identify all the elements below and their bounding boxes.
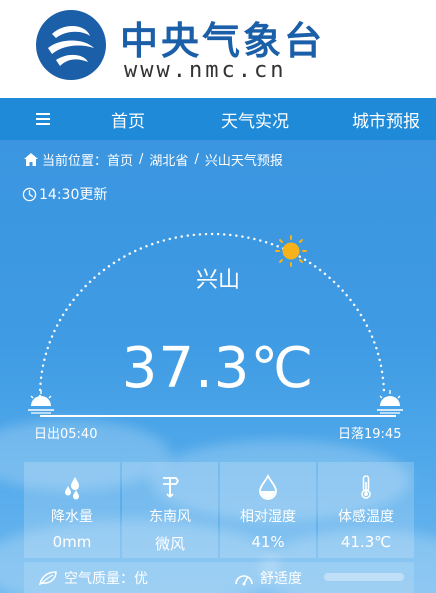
nav-item-home[interactable]: 首页	[111, 107, 145, 132]
air-quality-label: 空气质量：优	[64, 571, 148, 587]
main-nav: 首页 天气实况 城市预报	[0, 98, 436, 140]
sunrise-time: 日出05:40	[34, 427, 98, 442]
brand-name[interactable]: 中央气象台	[120, 10, 325, 65]
metric-value: 微风	[154, 535, 185, 553]
comfort-index[interactable]: 舒适度	[234, 568, 302, 588]
comfort-label: 舒适度	[260, 571, 302, 587]
metric-label: 东南风	[149, 509, 191, 525]
city-name: 兴山	[195, 268, 240, 293]
thermometer-icon	[361, 475, 371, 499]
nmc-logo-icon[interactable]	[34, 8, 108, 82]
metric-card-wind: 东南风 微风	[122, 462, 218, 558]
sunset-time: 日落19:45	[338, 427, 402, 442]
leaf-icon	[38, 571, 57, 586]
metric-value: 41%	[251, 533, 285, 551]
brand-url[interactable]: www.nmc.cn	[124, 58, 286, 83]
wind-vane-icon	[163, 477, 179, 498]
humidity-drop-icon	[259, 474, 277, 500]
metric-label: 降水量	[51, 509, 93, 525]
site-header: 中央气象台 www.nmc.cn	[0, 0, 436, 98]
gauge-icon	[235, 575, 253, 586]
metric-card-precipitation: 降水量 0mm	[24, 462, 120, 558]
menu-icon[interactable]	[36, 111, 50, 125]
raindrops-icon	[65, 477, 79, 500]
air-comfort-bar: 空气质量：优 舒适度	[24, 562, 414, 593]
weather-panel: 当前位置： 首页 / 湖北省 / 兴山天气预报 14:30更新 兴山 37.3℃…	[0, 140, 436, 593]
metric-label: 相对湿度	[240, 509, 296, 525]
air-quality[interactable]: 空气质量：优	[38, 568, 148, 588]
metric-value: 0mm	[52, 533, 92, 551]
nav-item-live-weather[interactable]: 天气实况	[221, 107, 289, 132]
watermark-icon	[324, 573, 404, 581]
metric-card-humidity: 相对湿度 41%	[220, 462, 316, 558]
metric-value: 41.3℃	[340, 533, 392, 551]
current-temperature: 37.3℃	[121, 336, 315, 401]
nav-item-city-forecast[interactable]: 城市预报	[352, 107, 420, 132]
metric-label: 体感温度	[338, 509, 394, 525]
metric-cards: 降水量 0mm 东南风 微风 相对湿度 41% 体感温度 41.3℃	[24, 462, 414, 558]
metric-card-feels-like: 体感温度 41.3℃	[318, 462, 414, 558]
